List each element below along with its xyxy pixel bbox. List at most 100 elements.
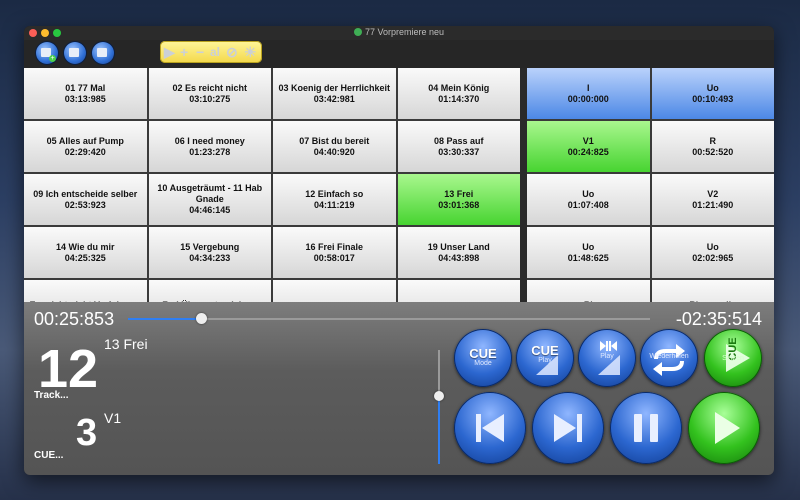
track-time: 04:43:898 [438, 252, 480, 263]
cue-grid: I 00:00:000 Uo 00:10:493 V1 00:24:825 R 00:52:5… [527, 68, 774, 302]
cue-title: Uo [706, 241, 719, 252]
add-track-button[interactable]: + [36, 42, 58, 64]
add-cue-icon[interactable]: + [180, 43, 188, 61]
next-button[interactable] [532, 392, 604, 464]
track-label[interactable]: Track... [34, 390, 68, 401]
cue-cell[interactable]: Uo 00:10:493 [651, 68, 774, 119]
cue-title: R [709, 135, 717, 146]
track-cell[interactable]: 10 Ausgeträumt - 11 Hab Gnade 04:46:145 [148, 174, 271, 225]
set-cue-text: CUE [727, 337, 739, 361]
track-time: 04:34:233 [189, 252, 231, 263]
cue-play-text: CUE [531, 343, 559, 358]
level-tool-icon[interactable]: al [210, 43, 220, 61]
cue-cell[interactable]: I 00:00:000 [527, 68, 650, 119]
cue-play-sub: Play [538, 357, 552, 364]
track-cell[interactable]: 07 Bist du bereit 04:40:920 [273, 121, 396, 172]
window-title-text: 77 Vorpremiere neu [364, 27, 445, 37]
track-time: 01:23:278 [189, 146, 231, 157]
cue-name: V1 [104, 410, 122, 426]
cue-title: Uo [706, 82, 719, 93]
cue-time: 00:24:825 [567, 146, 609, 157]
position-slider-fill [128, 318, 202, 320]
track-grid: 01 77 Mal 03:13:985 02 Es reicht nicht 03:1… [24, 68, 520, 302]
volume-slider[interactable] [434, 350, 444, 464]
track-title: 04 Mein König [428, 82, 490, 93]
cue-cell[interactable]: R' acapella [651, 280, 774, 302]
track-cell[interactable]: 06 I need money 01:23:278 [148, 121, 271, 172]
track-time: 03:30:337 [438, 146, 480, 157]
pause-icon [634, 414, 658, 442]
play-tool-icon[interactable]: ▶ [164, 43, 175, 61]
cue-time: 00:10:493 [692, 93, 734, 104]
track-cell[interactable]: 14 Wie du mir 04:25:325 [24, 227, 147, 278]
skip-play-sub: Play [600, 353, 614, 360]
cue-cell[interactable]: R' [527, 280, 650, 302]
repeat-button[interactable]: Wiederholen [640, 329, 698, 387]
track-cell[interactable]: Frei Übungstrack lang [148, 280, 271, 302]
track-cell[interactable]: 15 Vergebung 04:34:233 [148, 227, 271, 278]
brightness-tool-icon[interactable]: ☀ [244, 43, 257, 61]
track-cell[interactable]: 05 Alles auf Pump 02:29:420 [24, 121, 147, 172]
cue-number: 3 [76, 412, 98, 454]
edit-track-button[interactable] [92, 42, 114, 64]
cue-cell[interactable]: Uo 02:02:965 [651, 227, 774, 278]
set-cue-button[interactable]: CUE Setzen [704, 329, 762, 387]
track-title: 03 Koenig der Herrlichkeit [278, 82, 391, 93]
track-cell[interactable] [397, 280, 520, 302]
player-panel: 00:25:853 -02:35:514 12 13 Frei Track...… [24, 302, 774, 475]
cue-mode-sub: Mode [474, 360, 492, 367]
track-cell[interactable]: 03 Koenig der Herrlichkeit 03:42:981 [273, 68, 396, 119]
document-icon [97, 48, 107, 57]
track-title: 12 Einfach so [305, 188, 364, 199]
title-bar: 77 Vorpremiere neu [24, 26, 774, 41]
track-cell[interactable]: 16 Frei Finale 00:58:017 [273, 227, 396, 278]
next-icon [554, 414, 582, 442]
cue-cell[interactable]: R 00:52:520 [651, 121, 774, 172]
position-slider-knob[interactable] [196, 313, 208, 324]
track-time: 00:58:017 [313, 252, 355, 263]
play-icon [715, 412, 740, 444]
track-name: 13 Frei [104, 336, 148, 352]
track-cell[interactable]: 08 Pass auf 03:30:337 [397, 121, 520, 172]
remaining-time: -02:35:514 [675, 309, 762, 329]
track-title: 14 Wie du mir [56, 241, 115, 252]
track-time: 02:29:420 [64, 146, 106, 157]
cue-time: 01:21:490 [692, 199, 734, 210]
cue-mode-button[interactable]: CUE Mode [454, 329, 512, 387]
previous-button[interactable] [454, 392, 526, 464]
cue-time: 02:02:965 [692, 252, 734, 263]
track-cell[interactable]: 19 Unser Land 04:43:898 [397, 227, 520, 278]
position-slider[interactable] [128, 313, 650, 324]
track-cell[interactable]: 01 77 Mal 03:13:985 [24, 68, 147, 119]
volume-slider-knob[interactable] [434, 390, 444, 401]
cue-cell[interactable]: Uo 01:07:408 [527, 174, 650, 225]
cue-time: 01:48:625 [567, 252, 609, 263]
track-cell[interactable]: 12 Einfach so 04:11:219 [273, 174, 396, 225]
track-title: 15 Vergebung [180, 241, 240, 252]
pause-button[interactable] [610, 392, 682, 464]
plus-badge-icon: + [49, 55, 56, 62]
cue-label[interactable]: CUE... [34, 450, 63, 461]
track-time: 03:10:275 [189, 93, 231, 104]
track-cell[interactable]: 04 Mein König 01:14:370 [397, 68, 520, 119]
disable-tool-icon[interactable]: ⊘ [226, 43, 238, 61]
track-cell[interactable]: 09 Ich entscheide selber 02:53:923 [24, 174, 147, 225]
track-time: 04:11:219 [313, 199, 355, 210]
track-cell[interactable] [273, 280, 396, 302]
remove-track-button[interactable] [64, 42, 86, 64]
play-button[interactable] [688, 392, 760, 464]
cue-title: V1 [582, 135, 594, 146]
cue-cell[interactable]: V1 00:24:825 [527, 121, 650, 172]
cue-cell[interactable]: Uo 01:48:625 [527, 227, 650, 278]
skip-play-button[interactable]: Play [578, 329, 636, 387]
track-title: 10 Ausgeträumt - 11 Hab Gnade [157, 183, 263, 204]
cue-time: 00:52:520 [692, 146, 734, 157]
cue-time: 00:00:000 [567, 93, 609, 104]
track-cell[interactable]: Es reicht nicht Verfolgung [24, 280, 147, 302]
cue-cell[interactable]: V2 01:21:490 [651, 174, 774, 225]
track-number: 12 [38, 339, 99, 399]
remove-cue-icon[interactable]: − [196, 43, 204, 61]
cue-play-button[interactable]: CUE Play [516, 329, 574, 387]
track-cell[interactable]: 13 Frei 03:01:368 [397, 174, 520, 225]
track-cell[interactable]: 02 Es reicht nicht 03:10:275 [148, 68, 271, 119]
